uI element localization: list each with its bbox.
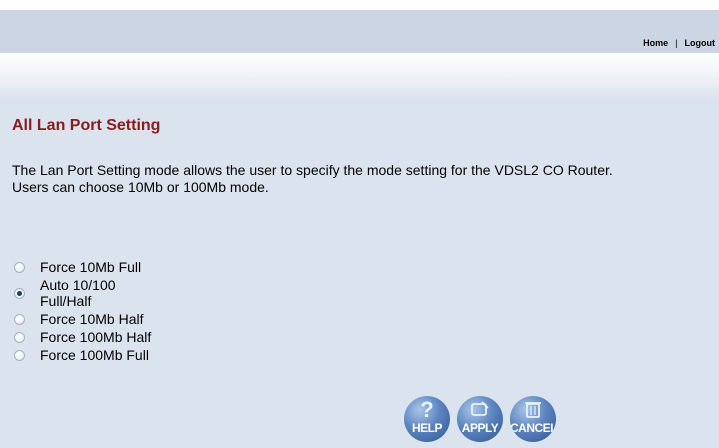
- option-label: Auto 10/100 Full/Half: [40, 277, 116, 309]
- help-button-label: HELP: [411, 421, 443, 435]
- option-force-100mb-half[interactable]: Force 100Mb Half: [14, 329, 151, 345]
- logout-link[interactable]: Logout: [685, 38, 716, 48]
- page-title: All Lan Port Setting: [12, 117, 161, 134]
- cancel-button[interactable]: CANCEL: [510, 396, 556, 442]
- description-line: Users can choose 10Mb or 100Mb mode.: [12, 179, 269, 195]
- option-force-10mb-full[interactable]: Force 10Mb Full: [14, 259, 151, 275]
- apply-button-label: APPLY: [461, 421, 499, 435]
- top-links: Home | Logout: [643, 38, 715, 48]
- port-mode-options: Force 10Mb Full Auto 10/100 Full/Half Fo…: [14, 257, 151, 363]
- option-label: Force 10Mb Half: [40, 311, 144, 327]
- option-auto-10-100[interactable]: Auto 10/100 Full/Half: [14, 277, 151, 309]
- description-line: The Lan Port Setting mode allows the use…: [12, 162, 613, 178]
- cancel-icon: [522, 399, 544, 423]
- radio-button[interactable]: [14, 313, 25, 325]
- option-force-10mb-half[interactable]: Force 10Mb Half: [14, 311, 151, 327]
- option-force-100mb-full[interactable]: Force 100Mb Full: [14, 347, 151, 363]
- option-label: Force 10Mb Full: [40, 259, 142, 275]
- apply-icon-shape: [471, 401, 489, 416]
- apply-icon: [469, 399, 491, 423]
- option-label: Force 100Mb Half: [40, 329, 152, 345]
- help-icon: ?: [420, 397, 434, 422]
- header-band: [0, 10, 719, 53]
- description: The Lan Port Setting mode allows the use…: [12, 162, 712, 196]
- help-button[interactable]: ? HELP: [404, 396, 450, 442]
- radio-button[interactable]: [14, 261, 25, 273]
- action-buttons: ? HELP APPLY CANCEL: [404, 396, 556, 442]
- cancel-button-label: CANCEL: [510, 421, 556, 435]
- radio-button[interactable]: [14, 331, 25, 343]
- trash-icon: [525, 402, 541, 418]
- link-separator: |: [675, 38, 678, 48]
- top-bar: [0, 0, 719, 10]
- radio-button-selected[interactable]: [14, 287, 25, 299]
- gradient-band: [0, 53, 719, 100]
- option-label: Force 100Mb Full: [40, 347, 149, 363]
- radio-button[interactable]: [14, 349, 25, 361]
- home-link[interactable]: Home: [643, 38, 668, 48]
- apply-button[interactable]: APPLY: [457, 396, 503, 442]
